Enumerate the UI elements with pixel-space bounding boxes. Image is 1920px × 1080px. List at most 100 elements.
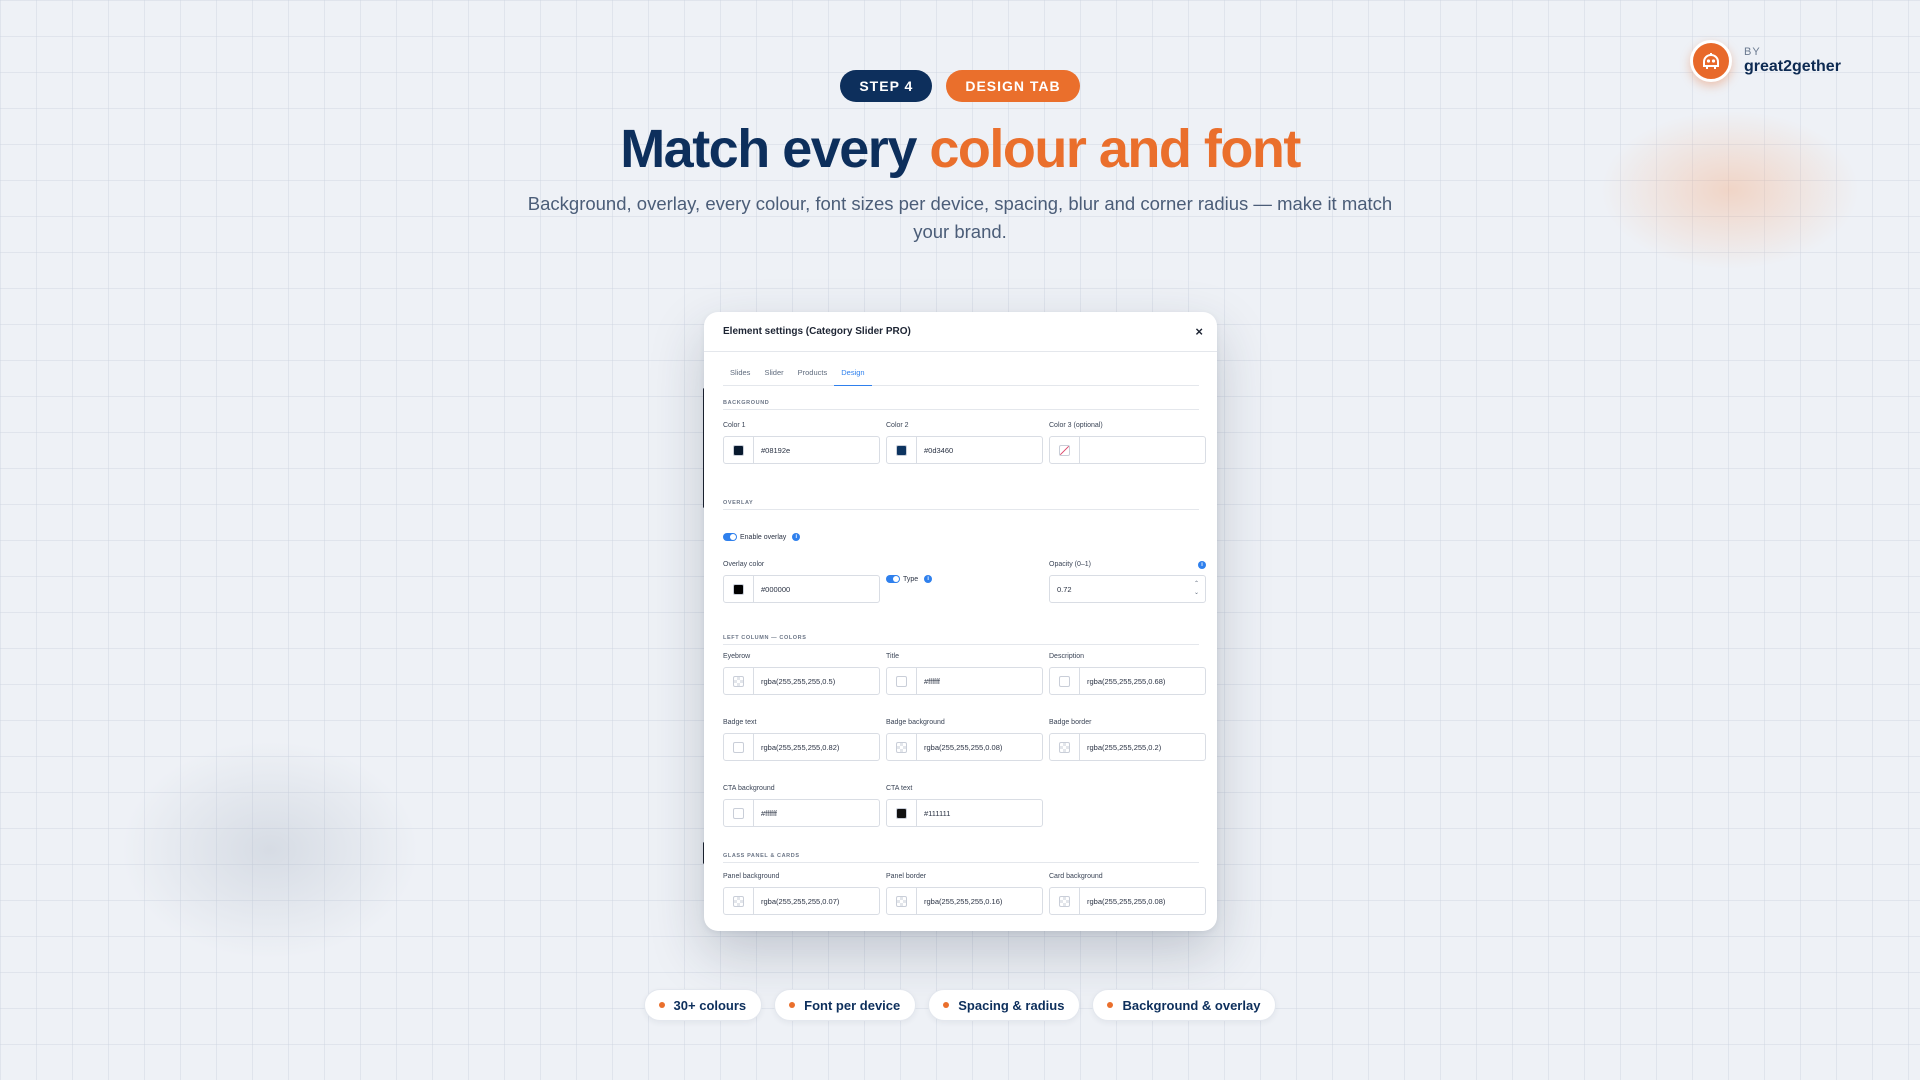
field-label: Badge text xyxy=(723,719,757,726)
title-color-input[interactable] xyxy=(917,668,1042,694)
field-label-row: Opacity (0–1) i xyxy=(1049,561,1206,570)
color-1-field: Color 1 xyxy=(723,422,880,464)
badge-background-color-field: Badge background xyxy=(886,719,1043,761)
cta-text-color-input[interactable] xyxy=(917,800,1042,826)
header-pills: STEP 4 DESIGN TAB xyxy=(0,70,1920,102)
page-title: Match every colour and font xyxy=(0,118,1920,180)
info-icon[interactable]: i xyxy=(924,575,933,583)
color-swatch[interactable] xyxy=(896,675,907,687)
color-swatch[interactable] xyxy=(896,807,907,819)
eyebrow-color-field: Eyebrow xyxy=(723,653,880,695)
info-icon[interactable]: i xyxy=(1198,561,1206,569)
feature-chip-label: Background & overlay xyxy=(1122,997,1261,1013)
feature-chip: Font per device xyxy=(774,989,917,1021)
color-swatch[interactable] xyxy=(1059,895,1070,907)
enable-overlay-row: Enable overlay i xyxy=(723,533,801,541)
field-label: Panel background xyxy=(723,873,780,880)
opacity-field: Opacity (0–1) i ⌃ ⌄ xyxy=(1049,561,1206,603)
no-color-swatch[interactable] xyxy=(1059,444,1070,456)
type-row: Type i xyxy=(886,575,933,583)
field-label: Description xyxy=(1049,653,1085,660)
type-label: Type xyxy=(903,575,919,583)
overlay-color-input[interactable] xyxy=(754,576,879,602)
section-glass-panel-cards: GLASS PANEL & CARDS xyxy=(723,853,1199,863)
dialog-header: Element settings (Category Slider PRO) × xyxy=(704,312,1217,352)
badge-border-color-input[interactable] xyxy=(1080,734,1205,760)
cta-text-color-field: CTA text xyxy=(886,785,1043,827)
title-color-field: Title xyxy=(886,653,1043,695)
opacity-stepper[interactable]: ⌃ ⌄ xyxy=(1194,580,1199,598)
feature-chips: 30+ colours Font per device Spacing & ra… xyxy=(0,989,1920,1021)
opacity-label: Opacity (0–1) xyxy=(1049,561,1092,568)
cta-background-color-field: CTA background xyxy=(723,785,880,827)
color-swatch[interactable] xyxy=(733,675,744,687)
enable-overlay-label: Enable overlay xyxy=(740,533,787,541)
field-label: CTA background xyxy=(723,785,775,792)
decorative-glow xyxy=(120,740,420,960)
page-subtitle: Background, overlay, every colour, font … xyxy=(527,193,1393,242)
tab-slides[interactable]: Slides xyxy=(723,366,757,386)
feature-chip-label: Spacing & radius xyxy=(958,997,1065,1013)
badge-text-color-field: Badge text xyxy=(723,719,880,761)
feature-chip: 30+ colours xyxy=(643,989,763,1021)
bullet-dot-icon xyxy=(658,1002,665,1008)
field-label: CTA text xyxy=(886,785,913,792)
field-label: Card background xyxy=(1049,873,1103,880)
panel-background-color-input[interactable] xyxy=(754,888,879,914)
field-label: Overlay color xyxy=(723,561,765,568)
bullet-dot-icon xyxy=(943,1002,950,1008)
description-color-field: Description xyxy=(1049,653,1206,695)
panel-border-color-field: Panel border xyxy=(886,873,1043,915)
field-label: Title xyxy=(886,653,899,660)
panel-border-color-input[interactable] xyxy=(917,888,1042,914)
description-color-input[interactable] xyxy=(1080,668,1205,694)
color-swatch[interactable] xyxy=(733,895,744,907)
section-left-column-colors: LEFT COLUMN — COLORS xyxy=(723,635,1199,645)
badge-border-color-field: Badge border xyxy=(1049,719,1206,761)
tab-products[interactable]: Products xyxy=(791,366,835,386)
feature-chip-label: 30+ colours xyxy=(673,997,747,1013)
badge-text-color-input[interactable] xyxy=(754,734,879,760)
badge-background-color-input[interactable] xyxy=(917,734,1042,760)
color-swatch[interactable] xyxy=(733,444,744,456)
color-swatch[interactable] xyxy=(896,895,907,907)
field-label: Eyebrow xyxy=(723,653,751,660)
field-label: Color 3 (optional) xyxy=(1049,422,1103,429)
page-title-main: Match every xyxy=(620,119,930,179)
page-title-accent: colour and font xyxy=(929,119,1301,179)
color-swatch[interactable] xyxy=(733,583,744,595)
brand-by-label: BY xyxy=(1744,46,1761,59)
cta-background-color-input[interactable] xyxy=(754,800,879,826)
card-background-color-field: Card background xyxy=(1049,873,1206,915)
eyebrow-color-input[interactable] xyxy=(754,668,879,694)
enable-overlay-toggle[interactable] xyxy=(723,533,737,541)
color-3-input[interactable] xyxy=(1080,437,1205,463)
field-label: Badge border xyxy=(1049,719,1092,726)
design-tab-badge: DESIGN TAB xyxy=(946,70,1080,102)
section-overlay: OVERLAY xyxy=(723,500,1199,510)
tab-slider[interactable]: Slider xyxy=(757,366,790,386)
close-icon[interactable]: × xyxy=(1195,324,1203,339)
dialog-title: Element settings (Category Slider PRO) xyxy=(723,326,911,337)
field-label: Badge background xyxy=(886,719,945,726)
tab-design[interactable]: Design xyxy=(834,366,872,386)
color-swatch[interactable] xyxy=(733,807,744,819)
feature-chip-label: Font per device xyxy=(804,997,901,1013)
feature-chip: Spacing & radius xyxy=(928,989,1081,1021)
bullet-dot-icon xyxy=(1107,1002,1114,1008)
color-swatch[interactable] xyxy=(1059,741,1070,753)
dialog-tabs: Slides Slider Products Design xyxy=(723,366,1199,386)
type-toggle[interactable] xyxy=(886,575,900,583)
color-swatch[interactable] xyxy=(896,444,907,456)
color-2-input[interactable] xyxy=(917,437,1042,463)
feature-chip: Background & overlay xyxy=(1092,989,1277,1021)
chevron-up-icon[interactable]: ⌃ xyxy=(1194,580,1199,589)
opacity-input[interactable] xyxy=(1050,576,1205,602)
chevron-down-icon[interactable]: ⌄ xyxy=(1194,589,1199,598)
color-swatch[interactable] xyxy=(1059,675,1070,687)
info-icon[interactable]: i xyxy=(792,533,801,541)
card-background-color-input[interactable] xyxy=(1080,888,1205,914)
color-swatch[interactable] xyxy=(733,741,744,753)
color-swatch[interactable] xyxy=(896,741,907,753)
color-1-input[interactable] xyxy=(754,437,879,463)
